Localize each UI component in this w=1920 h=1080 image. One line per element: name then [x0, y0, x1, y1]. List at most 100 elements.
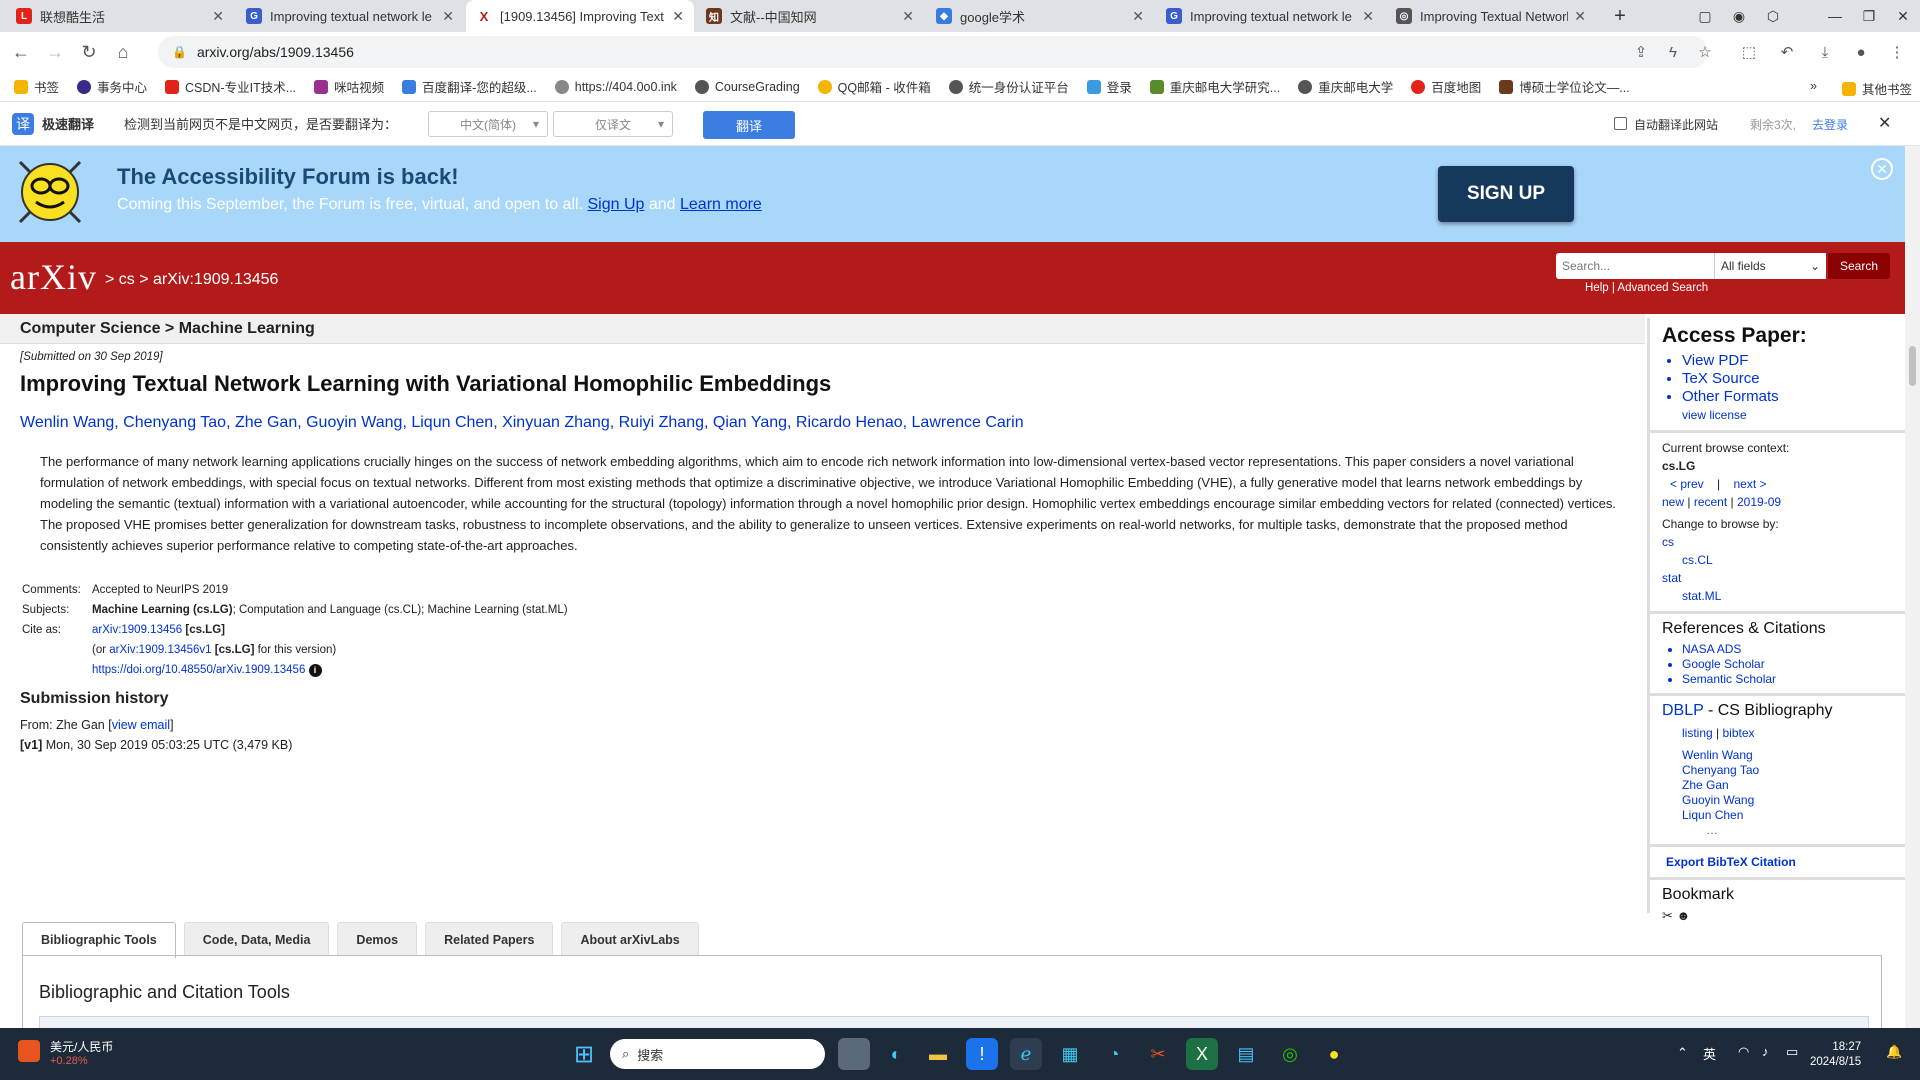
close-tab-icon[interactable]: ✕ [1362, 8, 1374, 25]
help-advanced-search-link[interactable]: Help | Advanced Search [1585, 282, 1708, 294]
restore-icon[interactable]: ❐ [1852, 0, 1886, 32]
dblp-author-link[interactable]: Wenlin Wang [1682, 748, 1905, 763]
ime-indicator[interactable]: 英 [1703, 1044, 1716, 1063]
sign-up-link[interactable]: Sign Up [587, 196, 644, 213]
author-link[interactable]: Xinyuan Zhang [502, 414, 610, 431]
scrollbar-thumb[interactable] [1909, 346, 1916, 386]
author-link[interactable]: Zhe Gan [235, 414, 297, 431]
home-icon[interactable]: ⌂ [106, 36, 140, 68]
browser-tab[interactable]: L 联想酷生活 ✕ [6, 0, 234, 32]
view-pdf-link[interactable]: View PDF [1682, 352, 1905, 370]
browse-cs-link[interactable]: cs [1662, 533, 1905, 551]
close-banner-icon[interactable]: ✕ [1871, 158, 1893, 180]
reload-icon[interactable]: ↻ [72, 36, 106, 68]
other-bookmarks[interactable]: 其他书签 [1842, 79, 1912, 98]
close-tab-icon[interactable]: ✕ [672, 8, 684, 25]
edge-icon[interactable]: ◐ [880, 1038, 912, 1070]
extensions-icon[interactable]: ⬚ [1735, 36, 1763, 68]
month-link[interactable]: 2019-09 [1737, 495, 1781, 509]
close-icon[interactable]: ✕ [1878, 113, 1891, 133]
browser-app-icon[interactable]: ℯ [1010, 1038, 1042, 1070]
nasa-ads-link[interactable]: NASA ADS [1682, 642, 1905, 657]
star-icon[interactable]: ☆ [1691, 36, 1719, 68]
doi-link[interactable]: https://doi.org/10.48550/arXiv.1909.1345… [92, 664, 305, 676]
view-license-link[interactable]: view license [1662, 406, 1905, 424]
url-bar[interactable]: 🔒 arxiv.org/abs/1909.13456 [158, 36, 1708, 68]
tray-chevron-icon[interactable]: ⌃ [1677, 1045, 1688, 1061]
new-link[interactable]: new [1662, 495, 1684, 509]
prev-link[interactable]: < prev [1670, 477, 1704, 491]
dblp-author-link[interactable]: Chenyang Tao [1682, 763, 1905, 778]
semantic-scholar-link[interactable]: Semantic Scholar [1682, 672, 1905, 687]
history-icon[interactable]: ↶ [1773, 36, 1801, 68]
info-icon[interactable]: i [308, 664, 322, 677]
more-bookmarks-icon[interactable]: » [1810, 79, 1817, 93]
auto-translate-checkbox[interactable] [1614, 117, 1627, 130]
file-explorer-icon[interactable]: ▬ [922, 1038, 954, 1070]
cite-id-link[interactable]: arXiv:1909.13456 [92, 624, 182, 636]
author-link[interactable]: Qian Yang [713, 414, 787, 431]
browser-tab[interactable]: ◆ google学术 ✕ [926, 0, 1154, 32]
breadcrumb[interactable]: > cs > arXiv:1909.13456 [105, 271, 278, 289]
notification-icon[interactable]: 🔔 [1886, 1044, 1902, 1060]
incognito-icon[interactable]: ◉ [1722, 0, 1756, 32]
bookmark-item[interactable]: 百度地图 [1411, 77, 1481, 96]
chrome-icon[interactable]: ● [1318, 1038, 1350, 1070]
download-icon[interactable]: ⤓ [1811, 36, 1839, 68]
search-input[interactable]: Search... [1556, 253, 1714, 279]
bookmark-item[interactable]: 事务中心 [77, 77, 147, 96]
tab-search-icon[interactable]: ▢ [1688, 0, 1722, 32]
share-icon[interactable]: ⇪ [1627, 36, 1655, 68]
author-link[interactable]: Lawrence Carin [912, 414, 1024, 431]
bookmark-item[interactable]: 重庆邮电大学研究... [1149, 77, 1280, 96]
volume-icon[interactable]: ♪ [1762, 1044, 1769, 1059]
close-window-icon[interactable]: ✕ [1886, 0, 1920, 32]
lightning-icon[interactable]: ϟ [1659, 36, 1687, 68]
google-scholar-link[interactable]: Google Scholar [1682, 657, 1905, 672]
author-link[interactable]: Wenlin Wang [20, 414, 114, 431]
new-tab-icon[interactable]: + [1603, 0, 1637, 32]
close-tab-icon[interactable]: ✕ [442, 8, 454, 25]
author-link[interactable]: Guoyin Wang [306, 414, 402, 431]
other-formats-link[interactable]: Other Formats [1682, 388, 1905, 406]
stock-label[interactable]: 美元/人民币 [50, 1038, 113, 1055]
author-link[interactable]: Chenyang Tao [123, 414, 226, 431]
translate-button[interactable]: 翻译 [703, 111, 795, 139]
bookmark-item[interactable]: 登录 [1086, 77, 1132, 96]
browser-tab[interactable]: ◎ Improving Textual Network L ✕ [1386, 0, 1596, 32]
tab-about-arxivlabs[interactable]: About arXivLabs [561, 922, 699, 956]
author-link[interactable]: Ricardo Henao [796, 414, 903, 431]
bibtex-link[interactable]: bibtex [1723, 726, 1755, 740]
arxiv-logo[interactable]: arXiv [10, 256, 97, 298]
version-link[interactable]: arXiv:1909.13456v1 [109, 644, 211, 656]
browser-tab[interactable]: G Improving textual network le ✕ [236, 0, 464, 32]
bookmark-item[interactable]: 重庆邮电大学 [1298, 77, 1393, 96]
browse-stat-ml-link[interactable]: stat.ML [1662, 587, 1905, 605]
menu-icon[interactable]: ⋮ [1883, 36, 1911, 68]
tab-code-data-media[interactable]: Code, Data, Media [183, 922, 330, 956]
dblp-author-link[interactable]: Guoyin Wang [1682, 793, 1905, 808]
author-link[interactable]: Liqun Chen [411, 414, 493, 431]
sign-up-button[interactable]: SIGN UP [1438, 166, 1574, 222]
close-tab-icon[interactable]: ✕ [212, 8, 224, 25]
recent-link[interactable]: recent [1694, 495, 1727, 509]
extension-icon[interactable]: ⬡ [1756, 0, 1790, 32]
tab-demos[interactable]: Demos [337, 922, 418, 956]
bookmark-item[interactable]: 博硕士学位论文—... [1499, 77, 1630, 96]
bookmark-item[interactable]: https://404.0o0.ink [554, 79, 677, 94]
listing-link[interactable]: listing [1682, 726, 1713, 740]
tab-related-papers[interactable]: Related Papers [425, 922, 554, 956]
bookmark-item[interactable]: 书签 [14, 77, 59, 96]
bookmark-item[interactable]: QQ邮箱 - 收件箱 [817, 77, 931, 96]
taskbar-search[interactable]: ⌕ 搜索 [610, 1039, 825, 1069]
bookmark-item[interactable]: 统一身份认证平台 [948, 77, 1069, 96]
dblp-link[interactable]: DBLP [1662, 702, 1704, 719]
minimize-icon[interactable]: — [1818, 0, 1852, 32]
bookmark-item[interactable]: 百度翻译-您的超级... [402, 77, 537, 96]
clock[interactable]: 18:27 2024/8/15 [1810, 1040, 1861, 1070]
browse-stat-link[interactable]: stat [1662, 569, 1905, 587]
dblp-author-link[interactable]: Zhe Gan [1682, 778, 1905, 793]
wechat-icon[interactable]: ◎ [1274, 1038, 1306, 1070]
browse-cs-cl-link[interactable]: cs.CL [1662, 551, 1905, 569]
next-link[interactable]: next > [1734, 477, 1767, 491]
